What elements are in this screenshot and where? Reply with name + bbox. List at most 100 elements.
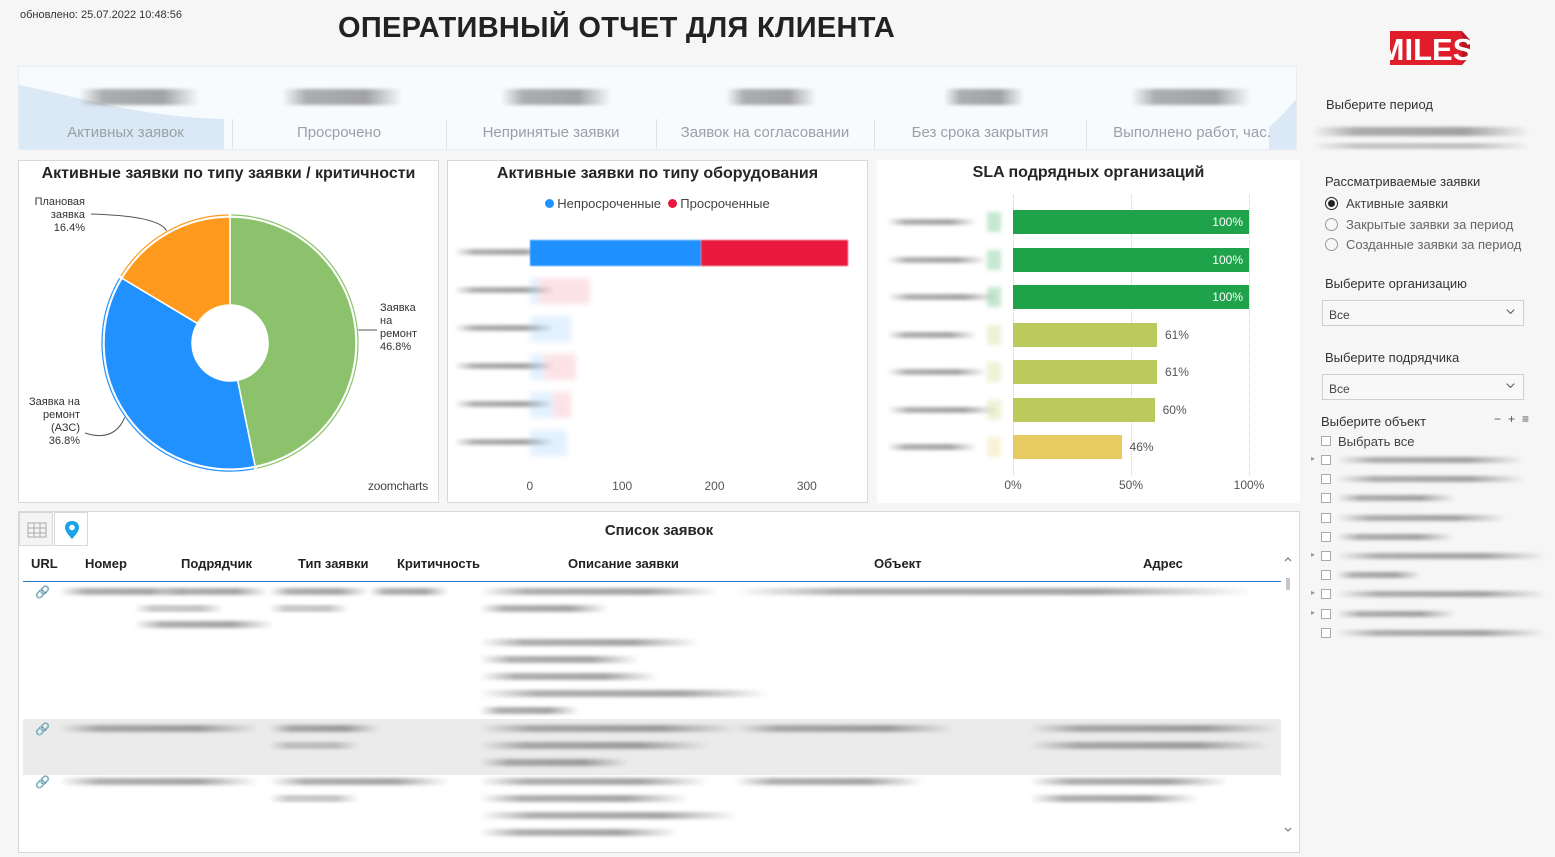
requests-table-panel: Список заявок URL Номер Подрядчик Тип за… <box>18 511 1300 853</box>
table-scrollbar[interactable] <box>1283 556 1293 836</box>
cell-hidden <box>479 742 709 749</box>
checkbox-object[interactable] <box>1321 512 1331 523</box>
kpi-value-hidden <box>501 89 611 105</box>
link-icon[interactable]: 🔗 <box>35 775 50 789</box>
radio-created[interactable]: Созданные заявки за период <box>1325 237 1521 252</box>
sla-bar[interactable] <box>1013 360 1157 384</box>
bar-overdue[interactable] <box>539 278 590 304</box>
kpi-card-unaccepted[interactable]: Непринятые заявки <box>446 67 656 149</box>
column-header-address[interactable]: Адрес <box>1143 556 1183 571</box>
pie-leader-line <box>90 213 167 232</box>
kpi-card-approval[interactable]: Заявок на согласовании <box>656 67 874 149</box>
radio-active[interactable]: Активные заявки <box>1325 196 1448 211</box>
menu-icon[interactable]: ≡ <box>1522 412 1529 426</box>
sla-bar[interactable]: 100% <box>1013 247 1249 272</box>
kpi-card-overdue[interactable]: Просрочено <box>232 67 446 149</box>
sla-bar-label: 46% <box>1129 440 1154 454</box>
bar-not-overdue[interactable] <box>529 316 572 342</box>
kpi-label: Непринятые заявки <box>482 124 620 141</box>
cell-hidden <box>479 759 629 766</box>
sla-bar-label: 100% <box>1212 252 1243 267</box>
cell-hidden <box>159 588 269 595</box>
period-slider-hidden[interactable] <box>1312 127 1530 136</box>
pie-label-value: 46.8% <box>380 341 412 353</box>
chevron-down-icon <box>1506 383 1515 389</box>
sla-swatch-hidden <box>987 249 1001 270</box>
pie-label-repair: Заявка на ремонт 46.8% <box>380 302 430 354</box>
sla-category-hidden <box>887 256 987 263</box>
sla-swatch-hidden <box>987 212 1001 232</box>
x-tick-label: 0 <box>526 479 534 493</box>
expand-icon[interactable]: + <box>1508 412 1515 426</box>
column-header-criticality[interactable]: Критичность <box>397 556 480 571</box>
sla-bar[interactable]: 100% <box>1013 210 1249 234</box>
kpi-value-hidden <box>726 89 816 105</box>
column-header-object[interactable]: Объект <box>874 556 922 571</box>
legend-item-overdue[interactable]: Просроченные <box>668 196 770 211</box>
pie-label-name: Плановая заявка <box>34 196 85 221</box>
period-slider-hidden[interactable] <box>1312 143 1530 149</box>
radio-closed[interactable]: Закрытые заявки за период <box>1325 217 1513 232</box>
checkbox-object[interactable] <box>1321 493 1331 504</box>
bar-not-overdue[interactable] <box>529 392 553 418</box>
requests-filter-label: Рассматриваемые заявки <box>1325 174 1481 189</box>
bar-not-overdue[interactable] <box>529 240 701 266</box>
cell-hidden <box>269 795 359 802</box>
checkbox-object[interactable] <box>1321 627 1331 638</box>
expand-arrow-icon[interactable]: ▸ <box>1311 588 1315 597</box>
contractor-dropdown[interactable]: Все <box>1322 374 1524 400</box>
sla-bar-label: 60% <box>1162 402 1187 417</box>
bar-not-overdue[interactable] <box>529 354 544 380</box>
cell-hidden <box>269 742 359 749</box>
sla-category-hidden <box>887 369 987 375</box>
pie-slice[interactable] <box>229 216 357 468</box>
column-header-type[interactable]: Тип заявки <box>298 556 369 571</box>
checkbox-object[interactable] <box>1321 474 1331 485</box>
checkbox-object[interactable] <box>1321 551 1331 561</box>
column-header-description[interactable]: Описание заявки <box>568 556 679 571</box>
cell-hidden <box>479 673 659 680</box>
legend-dot-red <box>668 199 678 208</box>
sla-bar[interactable] <box>1013 322 1157 347</box>
collapse-icon[interactable]: − <box>1494 412 1501 426</box>
cell-hidden <box>479 812 739 819</box>
period-label: Выберите период <box>1326 97 1433 112</box>
checkbox-object[interactable] <box>1321 531 1331 542</box>
cell-hidden <box>479 829 679 836</box>
bar-not-overdue[interactable] <box>529 278 540 304</box>
sla-bar[interactable]: 100% <box>1013 285 1249 309</box>
sla-bar[interactable] <box>1013 435 1122 459</box>
expand-arrow-icon[interactable]: ▸ <box>1311 608 1315 617</box>
bar-overdue[interactable] <box>700 240 849 266</box>
column-header-url[interactable]: URL <box>31 556 58 571</box>
checkbox-select-all[interactable] <box>1321 436 1331 446</box>
expand-arrow-icon[interactable]: ▸ <box>1311 550 1315 559</box>
bar-overdue[interactable] <box>552 392 572 418</box>
object-label: Выберите объект <box>1321 414 1427 429</box>
legend-item-not-overdue[interactable]: Непросроченные <box>545 196 661 211</box>
column-header-contractor[interactable]: Подрядчик <box>181 556 252 571</box>
cell-hidden <box>479 707 579 714</box>
bar-not-overdue[interactable] <box>529 430 567 456</box>
kpi-card-hours[interactable]: Выполнено работ, час. <box>1086 67 1296 149</box>
column-header-number[interactable]: Номер <box>85 556 127 571</box>
checkbox-object[interactable] <box>1321 455 1331 465</box>
kpi-band: Активных заявок Просрочено Непринятые за… <box>18 66 1297 150</box>
kpi-card-active[interactable]: Активных заявок <box>19 67 232 149</box>
link-icon[interactable]: 🔗 <box>35 722 50 736</box>
cell-hidden <box>734 588 1254 595</box>
org-dropdown[interactable]: Все <box>1322 300 1524 326</box>
radio-selected-icon <box>1325 197 1338 210</box>
kpi-card-no-deadline[interactable]: Без срока закрытия <box>874 67 1086 149</box>
bar-overdue[interactable] <box>543 354 577 380</box>
sla-bar[interactable] <box>1013 397 1155 422</box>
cell-hidden <box>1029 778 1229 785</box>
checkbox-object[interactable] <box>1321 570 1331 581</box>
expand-arrow-icon[interactable]: ▸ <box>1311 454 1315 463</box>
sla-category-hidden <box>887 444 977 450</box>
cell-hidden <box>1029 795 1199 802</box>
checkbox-object[interactable] <box>1321 608 1331 619</box>
checkbox-object[interactable] <box>1321 589 1331 600</box>
link-icon[interactable]: 🔗 <box>35 585 50 599</box>
table-title: Список заявок <box>604 522 714 539</box>
